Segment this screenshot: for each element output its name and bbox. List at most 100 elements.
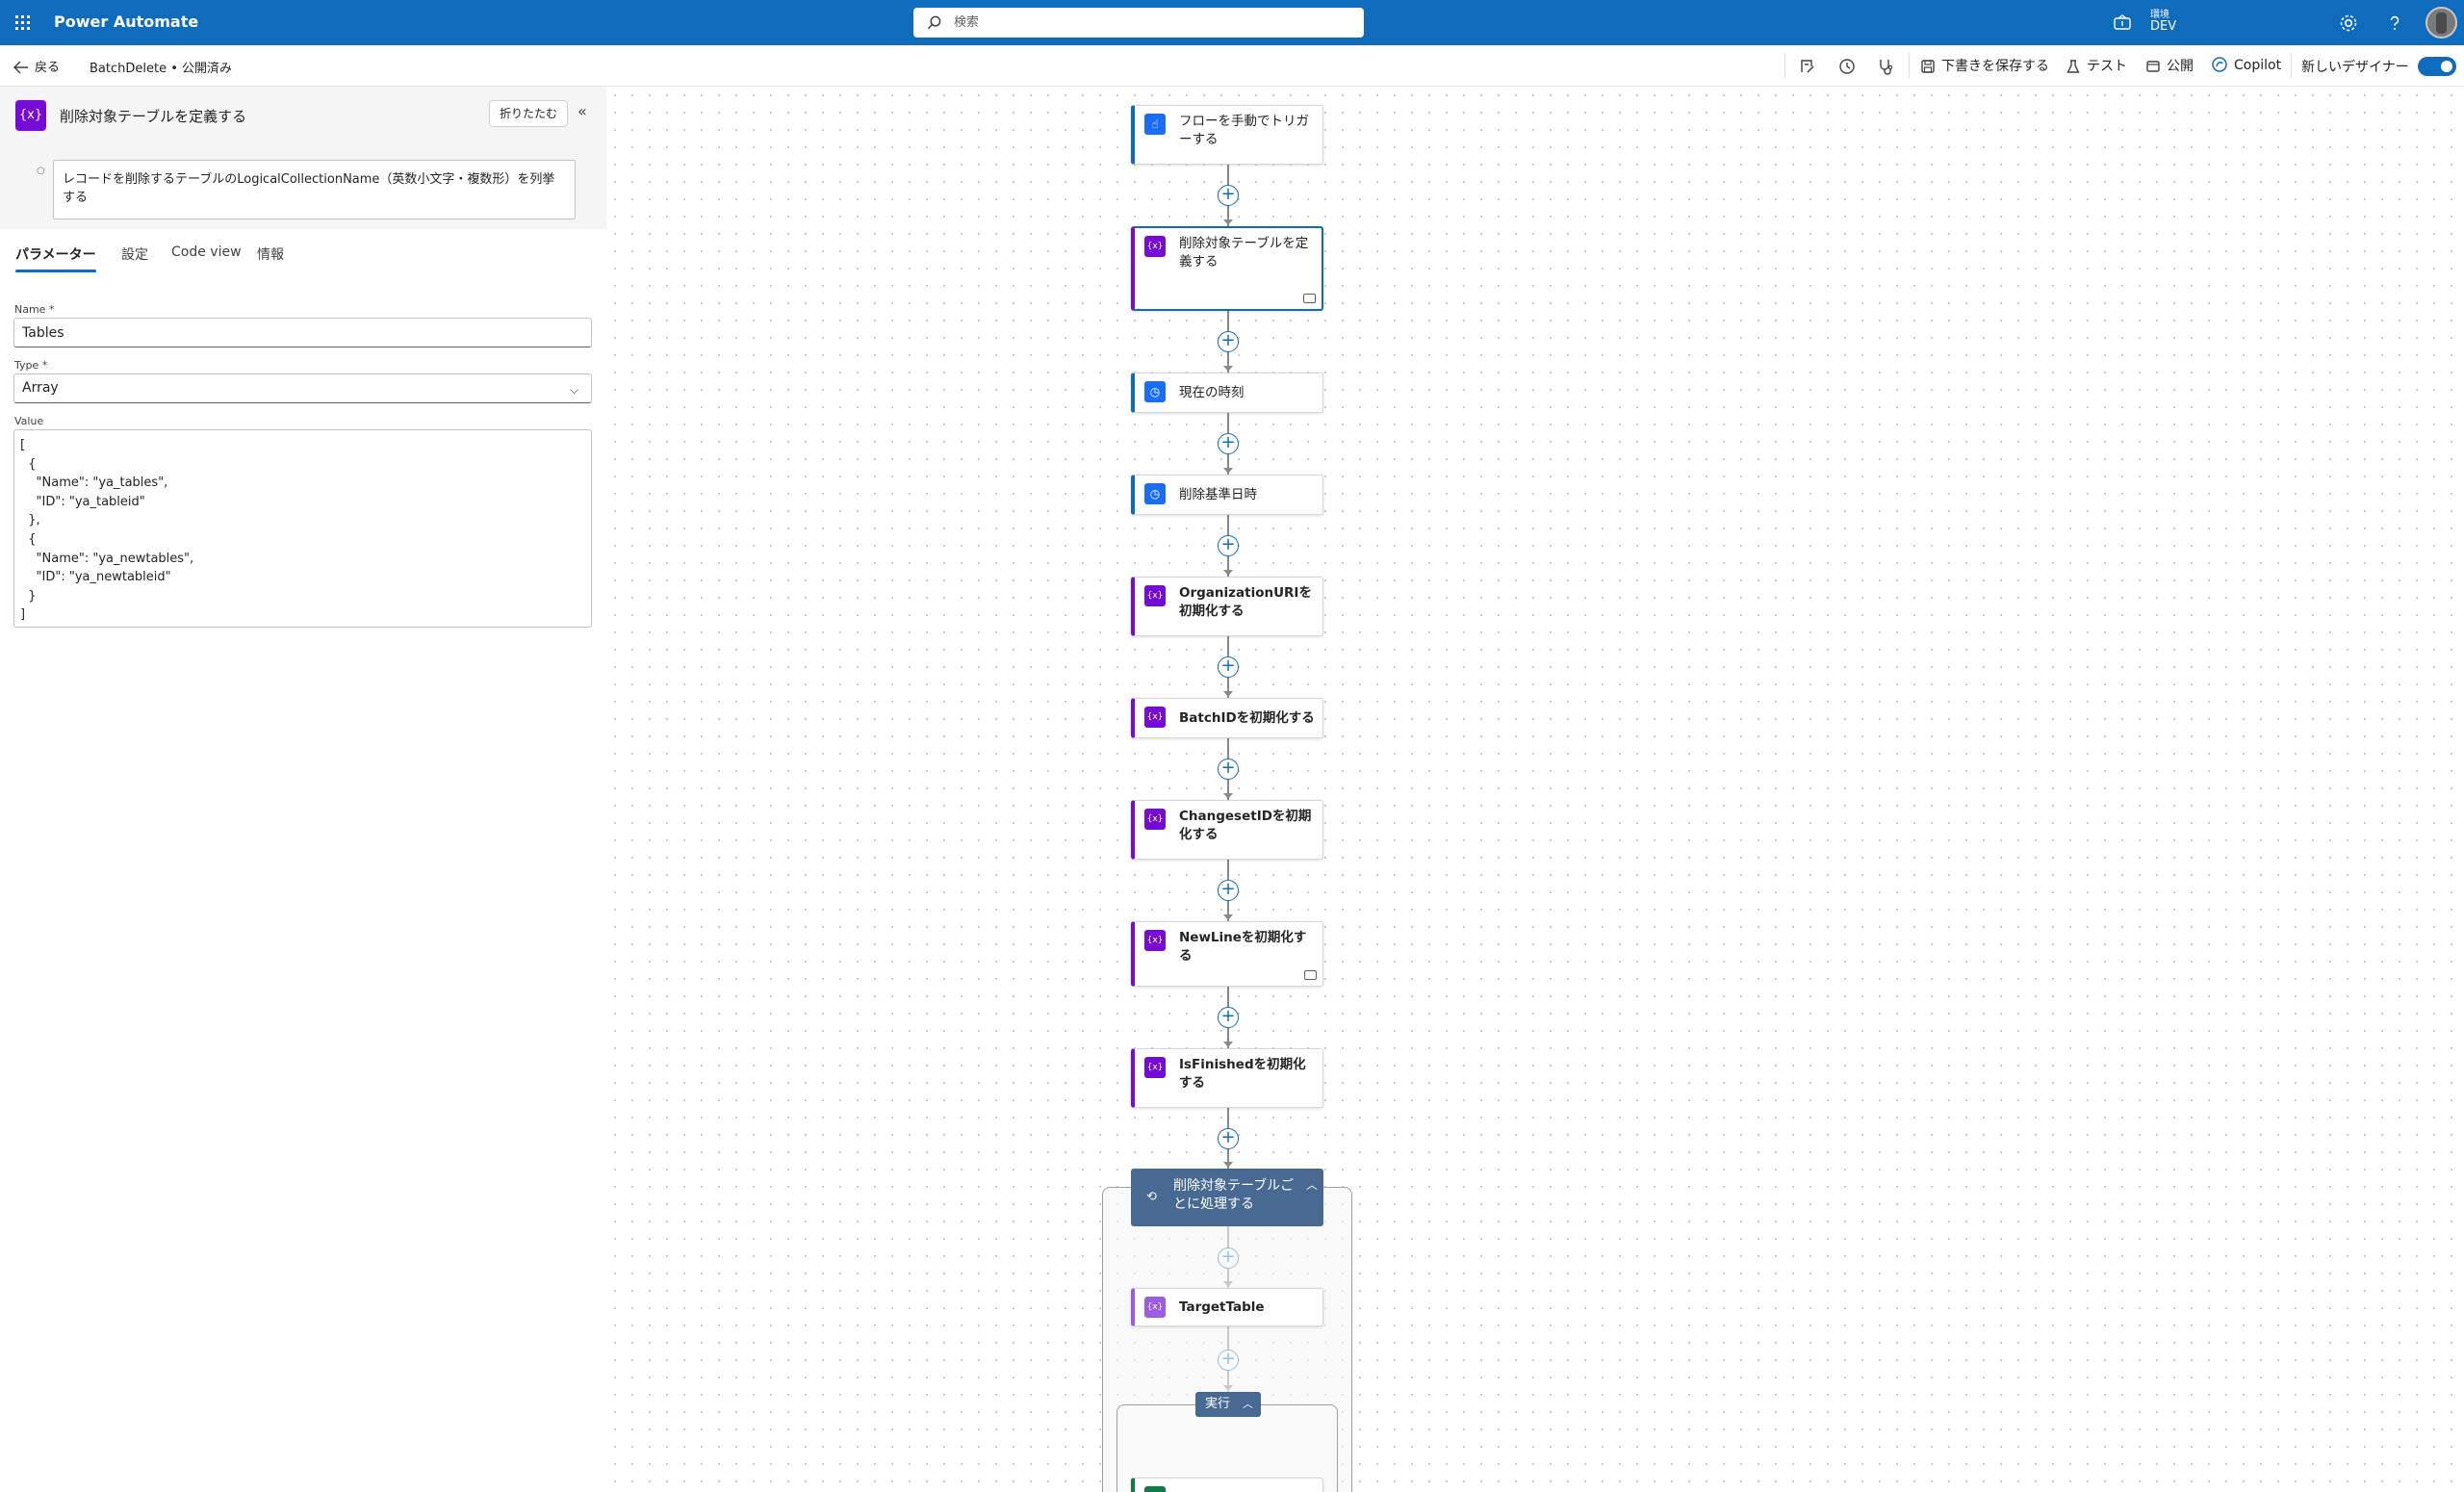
flow-step-card[interactable]: {x} 削除対象テーブルを定義する: [1131, 226, 1323, 311]
environment-label: 環境: [2150, 10, 2169, 20]
flow-step-card[interactable]: {x} BatchIDを初期化する: [1131, 698, 1323, 738]
step-label: フローを手動でトリガーする: [1179, 114, 1309, 147]
run-label: 実行: [1205, 1397, 1231, 1411]
connector-arrow: [1223, 914, 1233, 920]
beaker-icon: [2066, 60, 2080, 73]
chevron-up-icon[interactable]: ︿: [1243, 1392, 1253, 1417]
run-scope-header[interactable]: 実行 ︿: [1195, 1392, 1261, 1417]
copilot-button[interactable]: Copilot: [2211, 56, 2281, 73]
step-label: NewLineを初期化する: [1179, 930, 1307, 964]
chevron-down-icon[interactable]: ⌵: [570, 383, 578, 398]
new-designer-toggle[interactable]: [2418, 57, 2456, 76]
divider: [2291, 53, 2292, 78]
copilot-label: Copilot: [2234, 58, 2282, 73]
test-label: テスト: [2087, 59, 2127, 74]
step-label: 削除対象テーブルを定義する: [1179, 236, 1309, 270]
type-field-label: Type *: [14, 359, 48, 372]
add-step-button[interactable]: +: [1218, 433, 1239, 454]
connector-arrow: [1223, 691, 1233, 697]
manual-trigger-icon: ☝: [1144, 114, 1166, 135]
divider: [1909, 53, 1910, 78]
connector-arrow: [1223, 1042, 1233, 1047]
add-step-button[interactable]: +: [1218, 656, 1239, 678]
type-select[interactable]: Array: [13, 373, 592, 403]
loop-label: 削除対象テーブルごとに処理する: [1173, 1178, 1295, 1212]
flow-step-card[interactable]: {x} ChangesetIDを初期化する: [1131, 800, 1323, 860]
new-designer-label: 新しいデザイナー: [2301, 60, 2409, 75]
value-field-label: Value: [14, 415, 44, 427]
connector-arrow: [1223, 219, 1233, 225]
publish-icon: [2146, 61, 2160, 72]
search-box[interactable]: [913, 8, 1364, 38]
add-step-button[interactable]: +: [1218, 1007, 1239, 1028]
flow-step-card[interactable]: ◷ 削除基準日時: [1131, 475, 1323, 515]
action-details-panel: {x} 削除対象テーブルを定義する 折りたたむ « ○ レコードを削除するテーブ…: [0, 87, 606, 1492]
add-step-button[interactable]: +: [1218, 880, 1239, 901]
flow-step-card[interactable]: {x} TargetTable: [1131, 1288, 1323, 1326]
dataverse-icon: [1144, 1486, 1166, 1492]
publish-button[interactable]: 公開: [2145, 56, 2194, 75]
comment-icon[interactable]: [1303, 294, 1316, 303]
add-step-button[interactable]: +: [1218, 759, 1239, 780]
step-label: IsFinishedを初期化する: [1179, 1057, 1306, 1091]
flow-canvas[interactable]: [606, 87, 2464, 1492]
step-label: OrganizationURIを初期化する: [1179, 585, 1312, 619]
settings-gear-icon[interactable]: [2337, 12, 2360, 35]
publish-label: 公開: [2167, 59, 2194, 74]
chevron-up-icon[interactable]: ︿: [1306, 1176, 1318, 1193]
variable-icon: {x}: [1144, 809, 1166, 830]
save-draft-button[interactable]: 下書きを保存する: [1920, 56, 2049, 75]
app-title[interactable]: Power Automate: [54, 13, 198, 31]
tab-parameters[interactable]: パラメーター: [15, 244, 96, 272]
panel-header: {x} 削除対象テーブルを定義する 折りたたむ « ○ レコードを削除するテーブ…: [0, 87, 606, 229]
add-step-button[interactable]: +: [1218, 535, 1239, 556]
description-field[interactable]: レコードを削除するテーブルのLogicalCollectionName（英数小文…: [53, 160, 576, 219]
variable-icon: {x}: [1144, 1057, 1166, 1078]
chevron-double-left-icon[interactable]: «: [578, 102, 587, 120]
flow-step-card[interactable]: {x} IsFinishedを初期化する: [1131, 1048, 1323, 1108]
version-history-icon[interactable]: [1837, 57, 1857, 76]
flow-checker-stethoscope-icon[interactable]: [1876, 57, 1895, 76]
clock-icon: ◷: [1144, 381, 1166, 402]
add-step-button[interactable]: +: [1218, 331, 1239, 352]
user-avatar[interactable]: [2426, 7, 2457, 39]
description-marker-icon: ○: [37, 166, 45, 176]
command-bar: 戻る BatchDelete • 公開済み 下書きを保存する テスト 公開 Co…: [0, 45, 2464, 87]
tab-code-view[interactable]: Code view: [171, 244, 242, 260]
flow-step-card[interactable]: ☝ フローを手動でトリガーする: [1131, 105, 1323, 165]
panel-title[interactable]: 削除対象テーブルを定義する: [60, 106, 246, 126]
flow-step-card[interactable]: {x} OrganizationURIを初期化する: [1131, 577, 1323, 636]
flow-step-card[interactable]: ◷ 現在の時刻: [1131, 373, 1323, 413]
add-step-button[interactable]: +: [1218, 185, 1239, 206]
back-button[interactable]: 戻る: [13, 57, 60, 75]
variable-icon: {x}: [1144, 1297, 1166, 1318]
variable-icon: {x}: [1144, 707, 1166, 728]
value-editor[interactable]: [ { "Name": "ya_tables", "ID": "ya_table…: [13, 429, 592, 628]
apply-to-each-header[interactable]: ⟲ 削除対象テーブルごとに処理する ︿: [1131, 1169, 1323, 1226]
variable-icon: {x}: [15, 100, 46, 131]
environment-icon: [2114, 14, 2131, 30]
step-label: ChangesetIDを初期化する: [1179, 809, 1312, 842]
flow-step-card[interactable]: [1131, 1478, 1323, 1492]
top-bar: Power Automate 環境 DEV: [0, 0, 2464, 45]
test-button[interactable]: テスト: [2066, 56, 2127, 75]
name-field[interactable]: [13, 318, 592, 347]
variable-icon: {x}: [1144, 930, 1166, 951]
step-label: 現在の時刻: [1179, 385, 1245, 400]
flow-checker-icon[interactable]: [1798, 57, 1817, 76]
flow-step-card[interactable]: {x} NewLineを初期化する: [1131, 921, 1323, 987]
add-step-button[interactable]: +: [1218, 1128, 1239, 1149]
search-input[interactable]: [954, 8, 1348, 38]
app-launcher-icon[interactable]: [13, 13, 33, 33]
connector-arrow: [1223, 1162, 1233, 1168]
variable-icon: {x}: [1144, 585, 1166, 606]
save-icon: [1921, 60, 1935, 73]
tab-settings[interactable]: 設定: [121, 244, 148, 264]
name-field-label: Name *: [14, 303, 55, 316]
collapse-button[interactable]: 折りたたむ: [489, 100, 569, 127]
help-icon[interactable]: [2383, 12, 2406, 35]
back-label: 戻る: [35, 61, 61, 75]
clock-icon: ◷: [1144, 483, 1166, 504]
tab-about[interactable]: 情報: [257, 244, 284, 264]
comment-icon[interactable]: [1304, 970, 1317, 980]
